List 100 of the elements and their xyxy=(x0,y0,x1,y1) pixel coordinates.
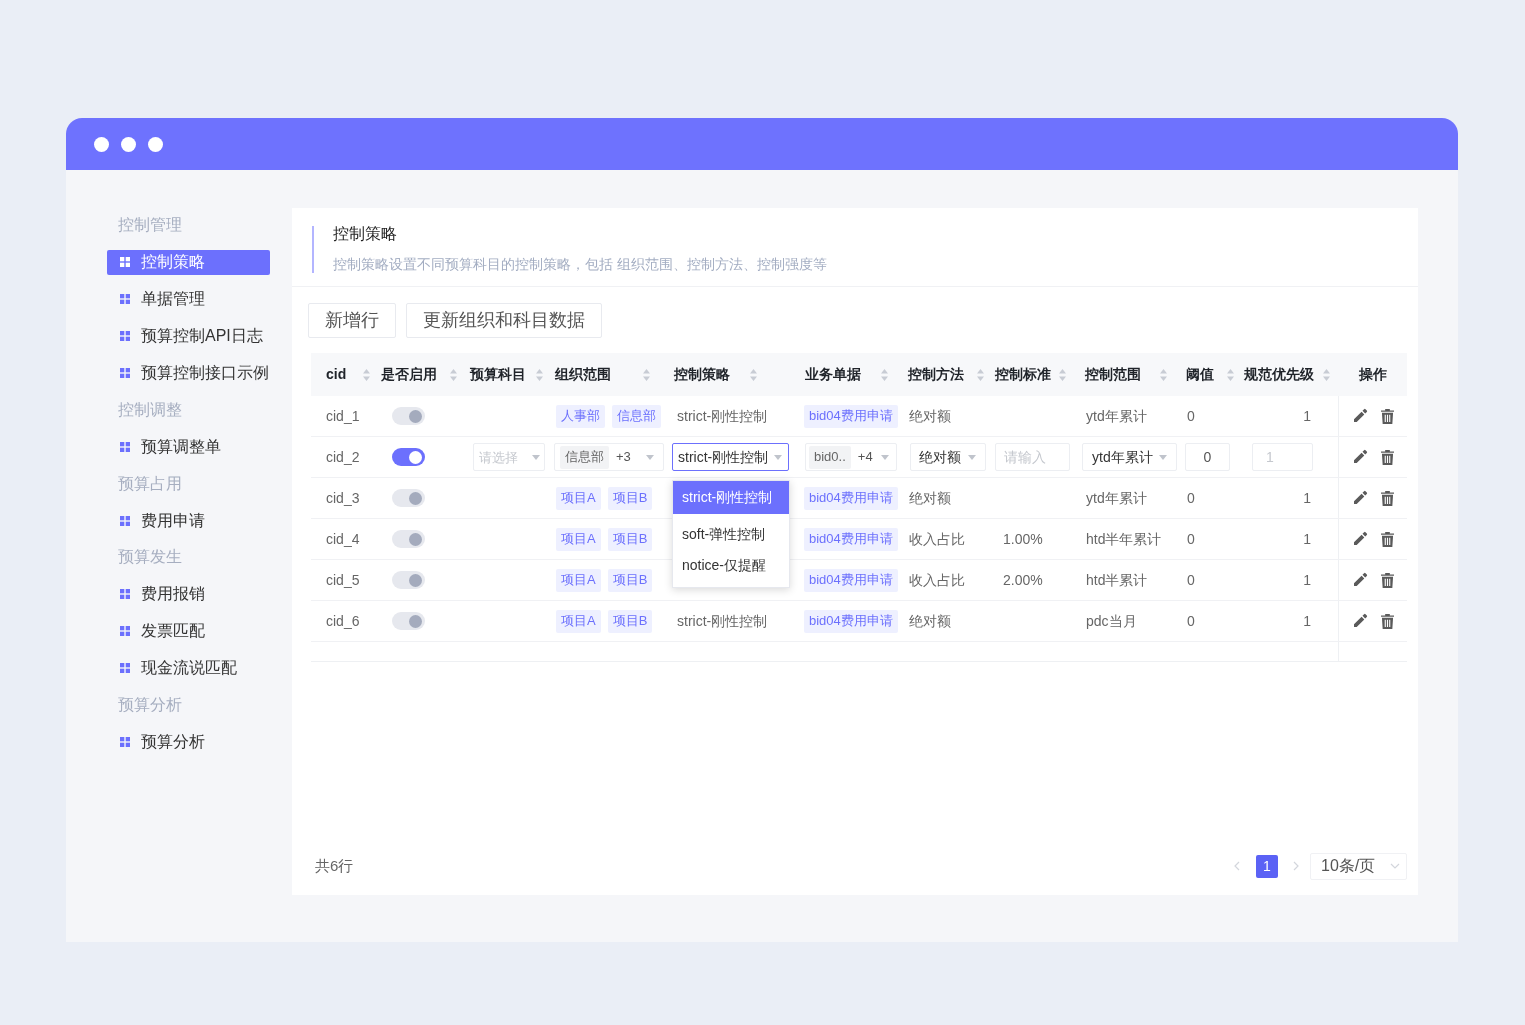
tag: 项目A xyxy=(556,486,601,510)
table-cell-text: strict-刚性控制 xyxy=(676,611,769,631)
tag: bid04费用申请 xyxy=(804,568,898,592)
grid-icon xyxy=(120,331,130,342)
sidebar-item[interactable]: 控制策略 xyxy=(107,249,270,275)
sidebar-item[interactable]: 预算调整单 xyxy=(107,434,270,460)
chevron-right-icon[interactable] xyxy=(1293,861,1299,871)
dropdown-option[interactable]: notice-仅提醒 xyxy=(673,550,789,581)
column-header: 阈值 xyxy=(1186,365,1214,384)
sort-icon[interactable] xyxy=(643,368,650,381)
sort-icon[interactable] xyxy=(881,368,888,381)
table-cell-text: 1.00% xyxy=(1002,529,1044,549)
table-cell-text: 0 xyxy=(1186,570,1196,590)
pencil-icon[interactable] xyxy=(1352,572,1368,588)
sort-icon[interactable] xyxy=(750,368,757,381)
table-cell-text: cid_6 xyxy=(325,611,361,631)
sort-icon[interactable] xyxy=(450,368,457,381)
strategy-select[interactable]: strict-刚性控制 xyxy=(672,443,789,471)
org-scope-select[interactable]: 信息部 +3 xyxy=(554,443,664,471)
threshold-input[interactable]: 0 xyxy=(1185,443,1230,471)
caret-icon xyxy=(774,454,782,460)
table-cell-text: ytd年累计 xyxy=(1085,488,1148,508)
table-cell-text: 1 xyxy=(1302,570,1312,590)
sort-icon[interactable] xyxy=(1160,368,1167,381)
pencil-icon[interactable] xyxy=(1352,490,1368,506)
column-header: 控制标准 xyxy=(995,365,1051,384)
trash-icon[interactable] xyxy=(1381,572,1394,588)
table-cell-text: 0 xyxy=(1186,529,1196,549)
sort-icon[interactable] xyxy=(536,368,543,381)
row-count-text: 共6行 xyxy=(315,855,354,876)
table-cell-text: 0 xyxy=(1186,611,1196,631)
sort-icon[interactable] xyxy=(363,368,370,381)
page-button[interactable]: 1 xyxy=(1256,854,1278,878)
grid-icon xyxy=(120,441,130,452)
table-cell-text: 0 xyxy=(1186,406,1196,426)
method-select[interactable]: 绝对额 xyxy=(910,443,986,471)
sidebar-item[interactable]: 发票匹配 xyxy=(107,618,270,644)
table-cell-text: 1 xyxy=(1302,406,1312,426)
caret-icon xyxy=(968,454,976,460)
caret-icon xyxy=(532,455,540,460)
column-header: 控制范围 xyxy=(1085,365,1141,384)
sort-icon[interactable] xyxy=(1323,368,1330,381)
sidebar-group-label: 控制管理 xyxy=(117,215,182,236)
page-size-select[interactable]: 10条/页 xyxy=(1310,852,1407,880)
sidebar-item[interactable]: 费用报销 xyxy=(107,581,270,607)
caret-icon xyxy=(1159,454,1167,460)
sort-icon[interactable] xyxy=(977,368,984,381)
window-control-icon[interactable] xyxy=(148,136,163,152)
trash-icon[interactable] xyxy=(1381,490,1394,506)
column-header: 组织范围 xyxy=(555,365,611,384)
trash-icon[interactable] xyxy=(1381,408,1394,424)
more-count: +3 xyxy=(616,448,631,467)
dropdown-option[interactable]: strict-刚性控制 xyxy=(673,481,789,514)
table-cell-text: htd半累计 xyxy=(1085,570,1149,590)
sort-icon[interactable] xyxy=(1227,368,1234,381)
table-cell-text: 绝对额 xyxy=(908,611,952,631)
pencil-icon[interactable] xyxy=(1352,613,1368,629)
toggle-switch[interactable] xyxy=(392,448,425,466)
toolbar-button[interactable]: 更新组织和科目数据 xyxy=(406,303,602,338)
sidebar-item[interactable]: 现金流说匹配 xyxy=(107,655,270,681)
tag: 项目A xyxy=(556,609,601,633)
column-header: 预算科目 xyxy=(470,365,526,384)
tag: 信息部 xyxy=(612,404,661,428)
priority-input[interactable]: 1 xyxy=(1252,443,1313,471)
trash-icon[interactable] xyxy=(1381,613,1394,629)
sidebar-item[interactable]: 预算控制API日志 xyxy=(107,323,270,349)
column-header: 业务单据 xyxy=(805,365,861,384)
table-cell-text: pdc当月 xyxy=(1085,611,1138,631)
window-control-icon[interactable] xyxy=(94,136,109,152)
grid-icon xyxy=(120,589,130,600)
grid-icon xyxy=(120,294,130,305)
table-cell-text: htd半年累计 xyxy=(1085,529,1163,549)
pencil-icon[interactable] xyxy=(1352,531,1368,547)
sort-icon[interactable] xyxy=(1059,368,1066,381)
sidebar-item[interactable]: 预算控制接口示例 xyxy=(107,360,270,386)
chevron-left-icon[interactable] xyxy=(1234,861,1240,871)
grid-icon xyxy=(120,515,130,526)
dropdown-option[interactable]: soft-弹性控制 xyxy=(673,519,789,550)
table-cell-text: 1 xyxy=(1302,488,1312,508)
trash-icon[interactable] xyxy=(1381,531,1394,547)
tag: bid04费用申请 xyxy=(804,486,898,510)
tag: 项目B xyxy=(607,609,653,633)
pencil-icon[interactable] xyxy=(1352,408,1368,424)
pencil-icon[interactable] xyxy=(1352,449,1368,465)
documents-select[interactable]: bid0.. +4 xyxy=(805,443,897,471)
window-control-icon[interactable] xyxy=(121,136,136,152)
tag: 人事部 xyxy=(556,404,605,428)
sidebar-item[interactable]: 费用申请 xyxy=(107,508,270,534)
scope-select[interactable]: ytd年累计 xyxy=(1082,443,1177,471)
sidebar-item[interactable]: 预算分析 xyxy=(107,729,270,755)
trash-icon[interactable] xyxy=(1381,449,1394,465)
table-cell-text: cid_5 xyxy=(325,570,361,590)
tag: 项目B xyxy=(607,486,653,510)
table-cell-text: cid_2 xyxy=(325,447,361,467)
toolbar-button[interactable]: 新增行 xyxy=(308,303,396,338)
caret-icon xyxy=(646,454,654,460)
grid-icon xyxy=(120,257,130,268)
selected-tag: bid0.. xyxy=(809,445,851,469)
sidebar-item[interactable]: 单据管理 xyxy=(107,286,270,312)
standard-input[interactable]: 请输入 xyxy=(995,443,1070,471)
